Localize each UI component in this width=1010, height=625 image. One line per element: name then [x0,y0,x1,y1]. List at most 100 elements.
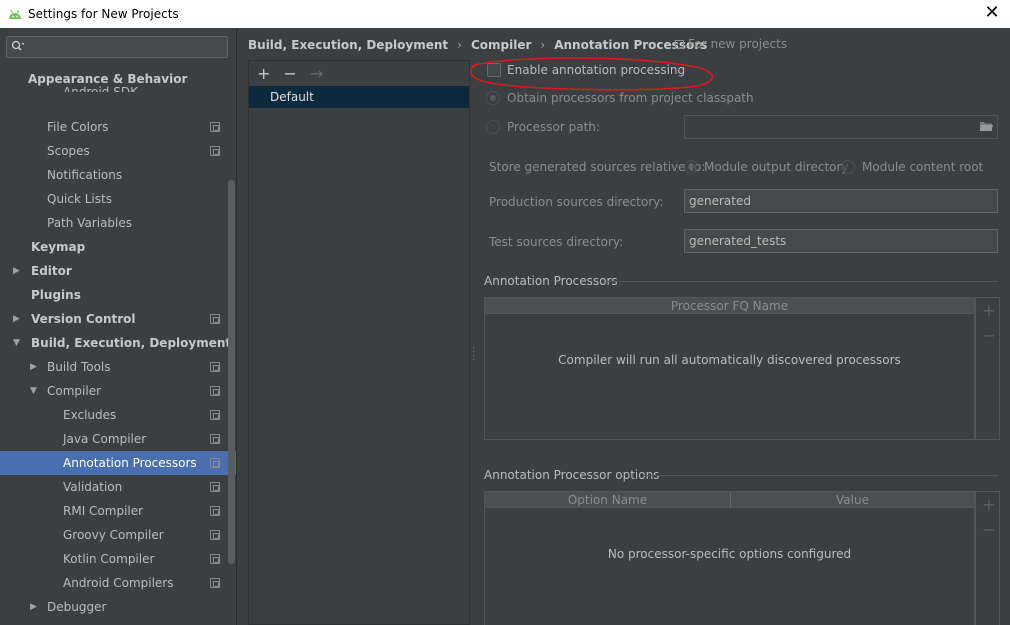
tree-item[interactable]: Android SDK [0,80,236,99]
tree-item[interactable]: ▶ Build Tools [0,355,236,379]
tree-item[interactable]: Excludes [0,403,236,427]
processors-section-title: Annotation Processors [484,274,618,288]
tree-item[interactable]: Groovy Compiler [0,523,236,547]
window-titlebar: Settings for New Projects ✕ [0,0,1010,28]
breadcrumb: Build, Execution, Deployment › Compiler … [248,36,707,54]
options-table[interactable]: Option Name Value No processor-specific … [484,491,975,625]
remove-processor-button[interactable]: − [982,326,995,345]
for-new-projects-label: For new projects [688,37,788,51]
tree-item[interactable]: Java Compiler [0,427,236,451]
processor-path-label: Processor path: [507,120,600,134]
tree-item[interactable]: ▼ Build, Execution, Deployment [0,331,236,355]
project-level-icon [210,458,220,468]
processor-fq-name-column[interactable]: Processor FQ Name [485,298,974,314]
tree-item-label: Path Variables [47,216,133,230]
android-studio-icon [7,6,23,22]
close-icon[interactable]: ✕ [982,3,1002,23]
sidebar-scrollbar[interactable] [228,180,235,564]
project-level-icon [210,410,220,420]
obtain-classpath-label: Obtain processors from project classpath [507,91,754,105]
options-section-title: Annotation Processor options [484,468,660,482]
tree-item-label: Keymap [31,240,86,254]
project-level-icon [210,434,220,444]
folder-icon[interactable] [979,119,993,133]
enable-annotation-label[interactable]: Enable annotation processing [507,63,685,77]
tree-item-label: Excludes [63,408,117,422]
expand-arrow-icon[interactable]: ▼ [30,386,37,396]
tree-item[interactable]: Kotlin Compiler [0,547,236,571]
tree-item[interactable]: Remote Jar Repositories [0,619,236,625]
processors-table[interactable]: Processor FQ Name Compiler will run all … [484,297,975,440]
tree-item[interactable]: File Colors [0,115,236,139]
tree-item-label: Quick Lists [47,192,112,206]
project-level-icon [210,578,220,588]
add-option-button[interactable]: + [982,495,995,514]
window-title: Settings for New Projects [28,7,179,21]
tree-item-label: Build, Execution, Deployment [31,336,232,350]
for-new-projects-note: For new projects [675,37,787,51]
tree-item-label: Java Compiler [63,432,147,446]
module-output-label: Module output directory [704,160,849,174]
remove-option-button[interactable]: − [982,520,995,539]
collapse-arrow-icon[interactable]: ▶ [13,266,20,276]
project-level-icon [210,122,220,132]
processors-empty-text: Compiler will run all automatically disc… [558,353,901,367]
tree-item[interactable]: Notifications [0,163,236,187]
section-divider [606,281,998,282]
add-processor-button[interactable]: + [982,301,995,320]
profile-item-default[interactable]: Default [249,86,469,108]
splitter-handle[interactable]: · · · · [472,344,475,366]
tree-item[interactable]: Android Compilers [0,571,236,595]
search-input[interactable] [6,36,228,58]
remove-profile-button[interactable]: − [283,64,296,83]
tree-item[interactable]: Keymap [0,235,236,259]
tree-item-label: Compiler [47,384,102,398]
project-level-icon [210,146,220,156]
module-content-radio[interactable] [841,160,855,174]
processor-path-field[interactable] [684,115,998,139]
tree-item[interactable]: ▶ Version Control [0,307,236,331]
expand-arrow-icon[interactable]: ▼ [13,338,20,348]
option-name-column[interactable]: Option Name [485,492,730,508]
project-icon [675,39,684,49]
tree-item-label: Scopes [47,144,90,158]
production-sources-label: Production sources directory: [489,195,664,209]
breadcrumb-item: Build, Execution, Deployment [248,38,449,52]
production-sources-field[interactable]: generated [684,189,998,213]
tree-item[interactable]: Validation [0,475,236,499]
tree-item-label: Build Tools [47,360,111,374]
module-content-label: Module content root [862,160,984,174]
tree-item[interactable]: Quick Lists [0,187,236,211]
processor-path-radio[interactable] [486,120,500,134]
test-sources-field[interactable]: generated_tests [684,229,998,253]
tree-item[interactable]: ▶ Editor [0,259,236,283]
section-divider [643,475,998,476]
project-level-icon [210,386,220,396]
project-level-icon [210,554,220,564]
tree-item-label: Validation [63,480,123,494]
tree-item[interactable]: RMI Compiler [0,499,236,523]
collapse-arrow-icon[interactable]: ▶ [13,314,20,324]
value-column[interactable]: Value [730,492,974,508]
enable-annotation-checkbox[interactable] [487,63,501,77]
move-profile-button[interactable]: → [310,64,323,83]
tree-item[interactable]: ▼ Compiler [0,379,236,403]
tree-item-label: Annotation Processors [63,456,197,470]
tree-item[interactable]: Plugins [0,283,236,307]
options-toolbar: + − [975,491,1000,625]
search-icon [11,40,25,55]
tree-item-label: Debugger [47,600,107,614]
tree-item[interactable]: Scopes [0,139,236,163]
collapse-arrow-icon[interactable]: ▶ [30,362,37,372]
tree-item-label: Version Control [31,312,136,326]
profiles-panel: + − → Default [248,60,470,625]
tree-item[interactable]: Annotation Processors [0,451,236,475]
tree-item-label: Android SDK [63,85,138,99]
collapse-arrow-icon[interactable]: ▶ [30,602,37,612]
module-output-radio[interactable] [684,160,698,174]
obtain-classpath-radio[interactable] [486,91,500,105]
project-level-icon [210,314,220,324]
tree-item[interactable]: Path Variables [0,211,236,235]
tree-item[interactable]: ▶ Debugger [0,595,236,619]
add-profile-button[interactable]: + [257,64,270,83]
